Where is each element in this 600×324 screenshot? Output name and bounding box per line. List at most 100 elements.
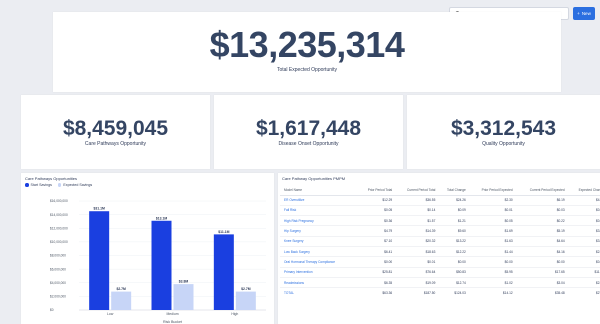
table-row: Fall Risk$0.05$0.14$0.09$0.01$0.03$0.02	[280, 205, 600, 217]
plus-icon: +	[577, 11, 580, 16]
model-name-link[interactable]: Hip Surgery	[280, 225, 357, 237]
table-row: Oral Hormonal Therapy Compliance $0.00 $0.…	[280, 256, 600, 268]
table-cell: $0.02	[566, 205, 600, 217]
table-cell: $3.01	[566, 236, 600, 247]
table-cell: $0.36	[356, 215, 395, 227]
disease-onset-value: $1,617,448	[255, 117, 362, 140]
pmpm-table: Model Name Prior Period Total Current Peri…	[280, 185, 600, 298]
care-pathways-chart-card: Care Pathways Opportunities Start Saving…	[21, 173, 274, 324]
table-cell: $6.35	[356, 277, 395, 289]
table-header-row: Model Name Prior Period Total Current Peri…	[280, 185, 600, 196]
column-header-1[interactable]: Prior Period Total	[356, 185, 395, 196]
model-name-link[interactable]: Readmissions	[280, 277, 357, 289]
table-cell: $1.69	[467, 225, 515, 237]
bar-chart: $0 $2,000,000 $4,000,000 $6,000,000 $8,000,0…	[50, 199, 266, 324]
table-row: Primary Intervention $25.81 $76.64 $50.83 $5…	[280, 267, 600, 278]
table-cell: $0.09	[437, 205, 468, 217]
table-cell: $12.29	[356, 195, 395, 206]
table-row: Low Back Surgery $6.41 $18.63 $12.22 $1.44 $4…	[280, 246, 600, 258]
table-cell: $5.19	[514, 225, 567, 237]
table-cell: $9.60	[437, 225, 468, 237]
disease-onset-label: Disease Onset Opportunity	[278, 141, 339, 147]
table-cell: $0.22	[514, 215, 567, 227]
y-tick-label: $16,000,000	[50, 199, 68, 203]
model-name-link[interactable]: Oral Hormonal Therapy Compliance	[280, 256, 357, 268]
table-cell: $76.64	[394, 267, 438, 278]
y-tick-label: $8,000,000	[50, 254, 66, 258]
table-cell: $18.63	[394, 246, 438, 258]
bar-data-label: $13.1M	[156, 216, 167, 220]
table-cell: $35.48	[554, 291, 565, 296]
table-cell: $0.01	[467, 205, 515, 217]
table-cell: $2.72	[566, 246, 600, 258]
bar-data-label: $31.1M	[94, 207, 105, 211]
y-tick-label: $10,000,000	[50, 240, 68, 244]
column-header-5[interactable]: Current Period Expected	[514, 185, 567, 196]
table-cell: $3.04	[514, 277, 567, 289]
new-button[interactable]: + New	[573, 7, 595, 20]
table-cell: $0.00	[514, 256, 567, 268]
table-cell: $0.17	[566, 215, 600, 227]
model-name-link[interactable]: High Risk Pregnancy	[280, 215, 357, 227]
table-cell: $14.12	[502, 291, 513, 296]
table-cell: $0.05	[467, 215, 515, 227]
model-name-link[interactable]: Knee Surgery	[280, 236, 357, 247]
table-cell: $4.09	[566, 195, 600, 206]
table-cell: $0.05	[356, 205, 395, 217]
table-title: Care Pathway Opportunities PMPM	[282, 176, 346, 181]
column-header-4[interactable]: Prior Period Expected	[467, 185, 515, 196]
table-cell: $0.03	[514, 205, 567, 217]
table-cell: $3.50	[566, 225, 600, 237]
total-opportunity-value: $13,235,314	[209, 24, 405, 65]
bar	[213, 234, 234, 310]
table-cell: $0.14	[394, 205, 438, 217]
table-cell: $0.00	[467, 256, 515, 268]
y-tick-label: $6,000,000	[50, 267, 66, 271]
table-cell: $27.3	[596, 291, 600, 296]
model-name-link[interactable]: Primary Intervention	[280, 267, 357, 278]
table-cell: $6.41	[356, 246, 395, 258]
table-cell: $36.55	[394, 195, 438, 206]
pmpm-table-card: Care Pathway Opportunities PMPM Model Na…	[278, 173, 600, 324]
model-name-link[interactable]: ER Overutilize	[280, 195, 357, 206]
care-pathways-label: Care Pathways Opportunity	[84, 141, 147, 147]
total-opportunity-card: $13,235,314 Total Expected Opportunity	[53, 12, 561, 92]
table-cell: $1.21	[437, 215, 468, 227]
y-tick-label: $2,000,000	[50, 295, 66, 299]
y-tick-label: $4,000,000	[50, 281, 66, 285]
y-tick-label: $12,000,000	[50, 226, 68, 230]
table-cell: $1.44	[467, 246, 515, 258]
table-row: TOTAL $63.36 $187.50 $124.03 $14.12 $35.48 $27…	[280, 288, 600, 298]
table-cell: $187.50	[423, 291, 436, 296]
model-name-link[interactable]: TOTAL	[280, 288, 356, 298]
total-opportunity-label: Total Expected Opportunity	[276, 67, 338, 73]
bar	[235, 291, 256, 310]
x-tick-label: High	[231, 312, 238, 316]
disease-onset-card: $1,617,448 Disease Onset Opportunity	[214, 95, 403, 169]
table-row: Readmissions $6.35 $19.09 $12.74 $1.02 $3.04 $…	[280, 277, 600, 289]
new-button-label: New	[581, 11, 591, 16]
model-name-link[interactable]: Fall Risk	[280, 205, 357, 217]
table-cell: $0.00	[437, 256, 468, 268]
table-cell: $2.30	[467, 195, 515, 206]
table-cell: $13.22	[437, 236, 468, 247]
table-row: ER Overutilize $12.29 $36.55 $24.26 $2.30 $6.…	[280, 195, 600, 206]
bar-data-label: $11.1M	[218, 230, 229, 234]
bar-data-label: $3.8M	[179, 280, 189, 284]
table-cell: $5.95	[467, 267, 515, 278]
table-cell: $14.39	[394, 225, 438, 237]
column-header-2[interactable]: Current Period Total	[394, 185, 438, 196]
x-tick-label: Medium	[166, 312, 178, 316]
quality-label: Quality Opportunity	[482, 141, 525, 147]
table-row: Knee Surgery $7.10 $20.32 $13.22 $1.63 $4.64 $…	[280, 236, 600, 247]
column-header-0[interactable]: Model Name	[280, 185, 357, 196]
table-cell: $25.81	[356, 267, 395, 278]
table-cell: $17.65	[514, 267, 567, 278]
table-cell: $124.03	[454, 291, 466, 296]
column-header-3[interactable]: Total Change	[437, 185, 468, 196]
column-header-6[interactable]: Expected Change	[566, 185, 600, 196]
model-name-link[interactable]: Low Back Surgery	[280, 246, 357, 258]
table-cell: $1.57	[394, 215, 438, 227]
table-row: High Risk Pregnancy $0.36 $1.57 $1.21 $0.05 $…	[280, 215, 600, 227]
table-cell: $4.64	[514, 236, 567, 247]
